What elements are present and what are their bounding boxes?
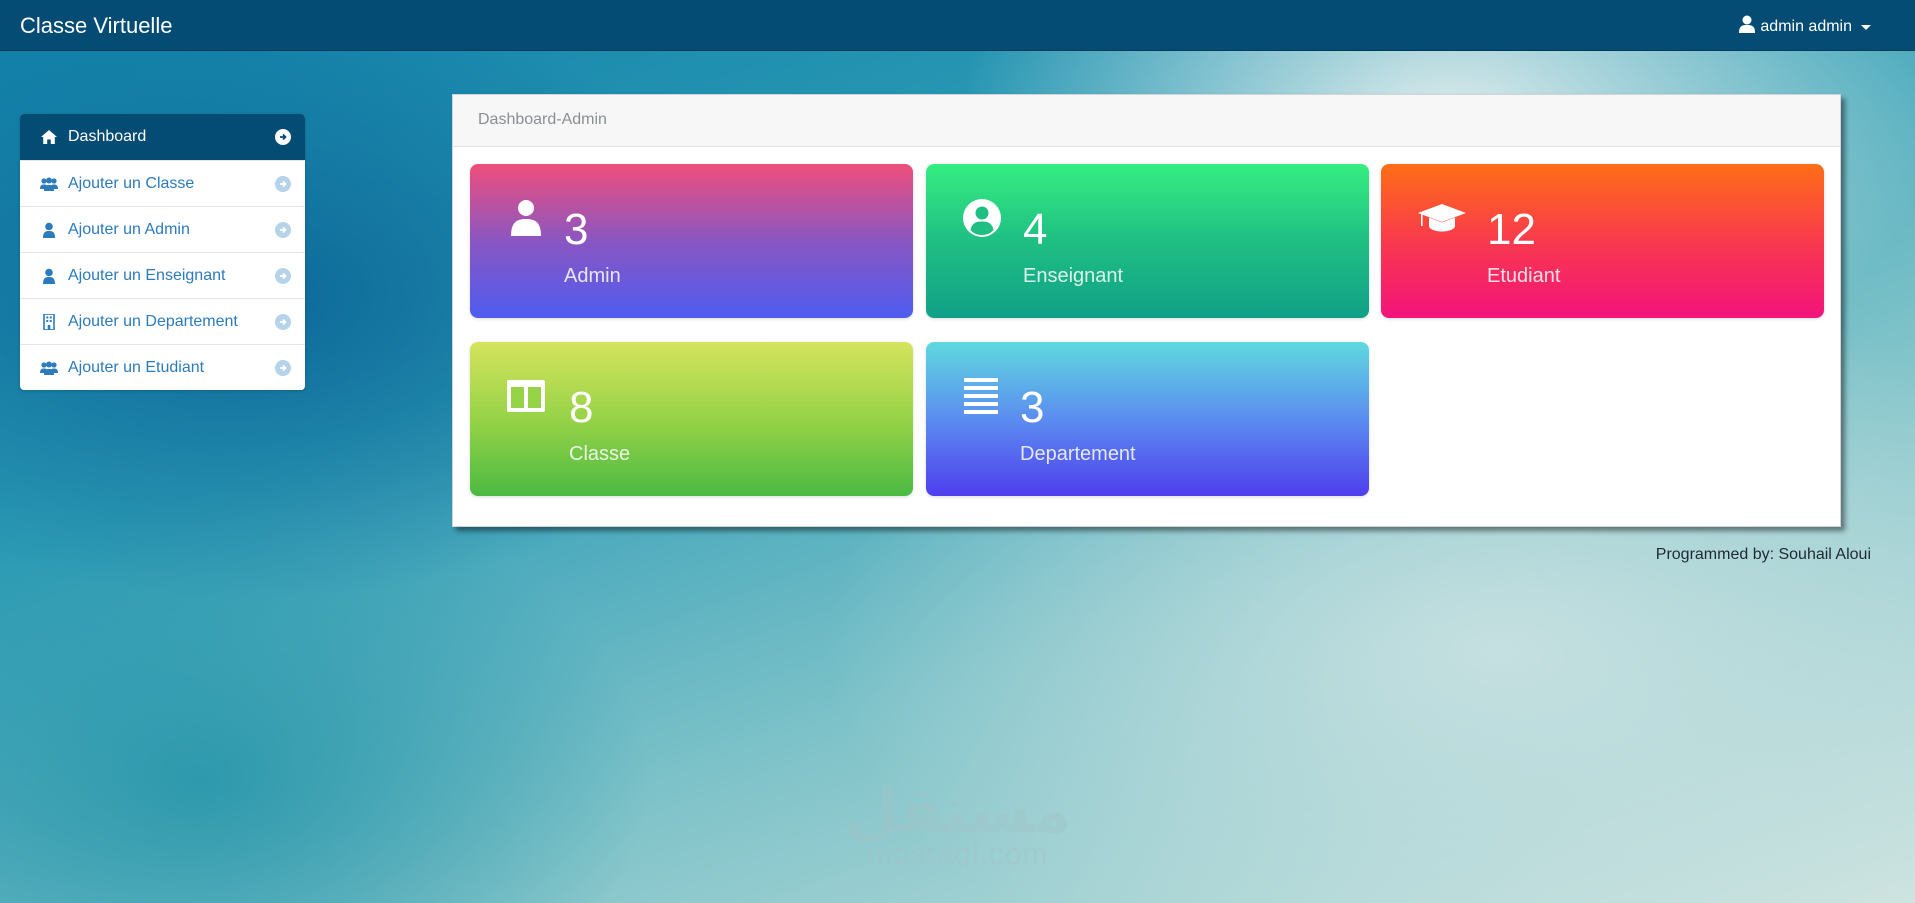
- sidebar-item-ajouter-admin[interactable]: Ajouter un Admin: [20, 206, 305, 252]
- sidebar-item-label: Ajouter un Admin: [68, 220, 190, 238]
- dashboard-panel: Dashboard-Admin 3 Admin 4 Enseignant 12 …: [452, 94, 1841, 527]
- watermark-logo: مستقل mostaql.com: [838, 780, 1078, 872]
- sidebar-menu: Dashboard Ajouter un Classe Ajouter un A…: [20, 114, 305, 390]
- stat-card-departement[interactable]: 3 Departement: [926, 342, 1369, 496]
- sidebar-item-label: Ajouter un Enseignant: [68, 266, 226, 284]
- user-name: admin admin: [1760, 17, 1852, 35]
- stat-value: 3: [564, 205, 589, 254]
- arrow-right-circle-icon: [275, 359, 291, 376]
- watermark-arabic: مستقل: [844, 774, 1072, 847]
- stat-value: 4: [1023, 205, 1048, 254]
- graduation-cap-icon: [1417, 198, 1467, 238]
- top-navbar: Classe Virtuelle admin admin: [0, 0, 1915, 51]
- sidebar-item-dashboard[interactable]: Dashboard: [20, 114, 305, 160]
- users-icon: [40, 175, 58, 193]
- sidebar-item-ajouter-classe[interactable]: Ajouter un Classe: [20, 160, 305, 206]
- home-icon: [40, 128, 58, 146]
- user-icon: [40, 267, 58, 285]
- sidebar-item-label: Ajouter un Classe: [68, 174, 195, 192]
- panel-heading: Dashboard-Admin: [453, 95, 1840, 147]
- stat-card-etudiant[interactable]: 12 Etudiant: [1381, 164, 1824, 318]
- user-circle-icon: [962, 198, 1002, 238]
- stat-value: 12: [1487, 205, 1536, 254]
- sidebar-item-ajouter-etudiant[interactable]: Ajouter un Etudiant: [20, 344, 305, 390]
- arrow-right-circle-icon: [275, 267, 291, 284]
- user-icon: [40, 221, 58, 239]
- arrow-right-circle-icon: [275, 175, 291, 192]
- sidebar-item-ajouter-enseignant[interactable]: Ajouter un Enseignant: [20, 252, 305, 298]
- stat-value: 8: [569, 383, 594, 432]
- app-brand[interactable]: Classe Virtuelle: [20, 13, 172, 39]
- stat-label: Enseignant: [1023, 265, 1124, 287]
- list-icon: [962, 376, 1002, 416]
- sidebar-item-label: Dashboard: [68, 128, 147, 145]
- stat-label: Admin: [564, 265, 621, 287]
- sidebar-item-ajouter-departement[interactable]: Ajouter un Departement: [20, 298, 305, 344]
- arrow-right-circle-icon: [275, 221, 291, 238]
- columns-icon: [506, 376, 546, 416]
- user-icon: [1739, 15, 1756, 38]
- stat-card-classe[interactable]: 8 Classe: [470, 342, 913, 496]
- sidebar-item-label: Ajouter un Departement: [68, 312, 238, 330]
- stat-label: Departement: [1020, 443, 1136, 465]
- users-icon: [40, 359, 58, 377]
- stat-label: Etudiant: [1487, 265, 1561, 287]
- stat-card-enseignant[interactable]: 4 Enseignant: [926, 164, 1369, 318]
- stat-card-admin[interactable]: 3 Admin: [470, 164, 913, 318]
- stat-value: 3: [1020, 383, 1045, 432]
- building-icon: [40, 313, 58, 331]
- user-icon: [506, 198, 546, 238]
- watermark-latin: mostaql.com: [867, 838, 1049, 871]
- user-menu-dropdown[interactable]: admin admin: [1739, 15, 1871, 38]
- sidebar-item-label: Ajouter un Etudiant: [68, 358, 205, 376]
- arrow-right-circle-icon: [275, 313, 291, 330]
- arrow-right-circle-icon: [275, 129, 291, 145]
- stat-label: Classe: [569, 443, 631, 465]
- chevron-down-icon: [1861, 25, 1871, 30]
- footer-credit: Programmed by: Souhail Aloui: [1655, 546, 1871, 563]
